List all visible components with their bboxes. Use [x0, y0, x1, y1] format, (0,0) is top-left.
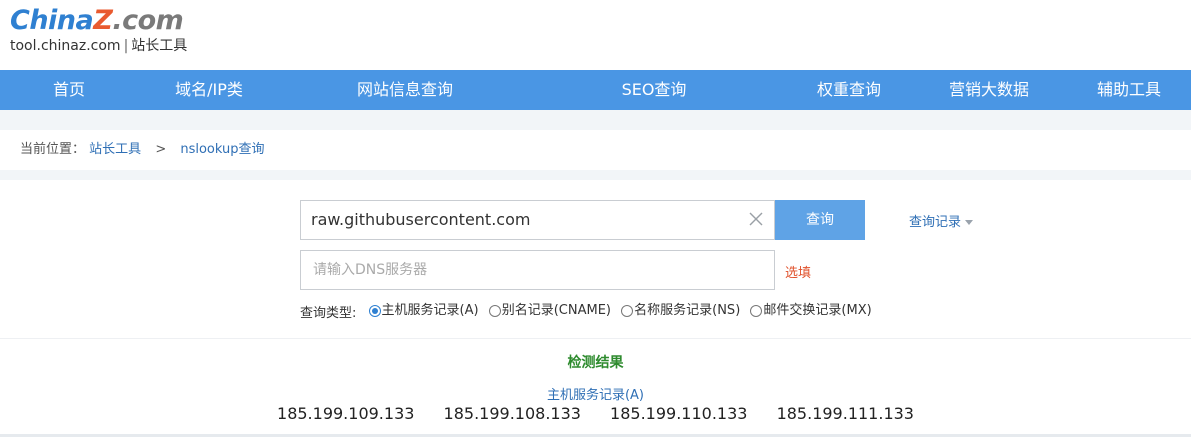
domain-search-input[interactable]: raw.githubusercontent.com	[300, 200, 775, 240]
nav-item-marketing-data[interactable]: 营销大数据	[949, 70, 1029, 110]
radio-type-cname[interactable]: 别名记录(CNAME)	[488, 302, 611, 320]
result-record-type: 主机服务记录(A)	[546, 388, 645, 403]
optional-label: 选填	[785, 266, 812, 281]
radio-type-ns[interactable]: 名称服务记录(NS)	[621, 302, 740, 320]
radio-label: 名称服务记录(NS)	[634, 303, 741, 318]
query-type-group: 查询类型: 主机服务记录(A) 别名记录(CNAME) 名称服务记录(NS) 邮…	[300, 302, 878, 321]
radio-unchecked-icon	[750, 305, 763, 317]
main-nav: 首页 域名/IP类 网站信息查询 SEO查询 权重查询 营销大数据 辅助工具	[0, 70, 1191, 110]
nav-item-domain-ip[interactable]: 域名/IP类	[175, 70, 243, 110]
radio-unchecked-icon	[621, 305, 634, 317]
header: ChinaZ.com tool.chinaz.com | 站长工具	[0, 0, 1191, 70]
radio-label: 邮件交换记录(MX)	[763, 303, 872, 318]
dns-server-input[interactable]: 请输入DNS服务器	[300, 250, 775, 290]
result-ip-list: 185.199.109.133 185.199.108.133 185.199.…	[0, 404, 1191, 423]
logo-part-z: Z	[93, 5, 113, 36]
logo-part-com: .com	[112, 5, 184, 36]
result-ip: 185.199.109.133	[277, 404, 415, 423]
radio-label: 别名记录(CNAME)	[501, 303, 611, 318]
breadcrumb-home-link[interactable]: 站长工具	[89, 142, 141, 157]
breadcrumb: 当前位置： 站长工具 > nslookup查询	[0, 130, 1191, 170]
nav-item-tools[interactable]: 辅助工具	[1097, 70, 1161, 110]
main-panel: raw.githubusercontent.com 查询 查询记录 请输入DNS…	[0, 180, 1191, 437]
query-history-label: 查询记录	[909, 215, 962, 230]
breadcrumb-label: 当前位置：	[20, 142, 86, 157]
breadcrumb-separator: >	[155, 142, 167, 157]
logo-separator: |	[123, 38, 129, 54]
result-ip: 185.199.111.133	[776, 404, 914, 423]
radio-type-mx[interactable]: 邮件交换记录(MX)	[750, 302, 872, 320]
radio-unchecked-icon	[488, 305, 501, 317]
logo-wordmark: ChinaZ.com	[10, 4, 187, 38]
logo-tagline: 站长工具	[131, 38, 188, 54]
radio-label: 主机服务记录(A)	[381, 303, 479, 318]
result-title: 检测结果	[567, 355, 624, 371]
clear-icon[interactable]	[747, 210, 765, 228]
result-ip: 185.199.108.133	[443, 404, 581, 423]
breadcrumb-current-link[interactable]: nslookup查询	[180, 142, 264, 157]
query-history-dropdown[interactable]: 查询记录	[909, 211, 974, 230]
chinaz-logo[interactable]: ChinaZ.com tool.chinaz.com | 站长工具	[10, 4, 187, 54]
radio-type-a[interactable]: 主机服务记录(A)	[368, 302, 479, 320]
nav-item-weight[interactable]: 权重查询	[817, 70, 881, 110]
radio-checked-icon	[368, 305, 381, 317]
divider	[0, 338, 1191, 339]
logo-subtitle: tool.chinaz.com | 站长工具	[10, 38, 187, 54]
nav-item-home[interactable]: 首页	[53, 70, 85, 110]
result-ip: 185.199.110.133	[610, 404, 748, 423]
caret-down-icon	[965, 220, 974, 225]
nav-item-seo[interactable]: SEO查询	[622, 70, 687, 110]
query-button[interactable]: 查询	[775, 200, 865, 240]
query-type-label: 查询类型:	[300, 306, 357, 321]
logo-site: tool.chinaz.com	[10, 38, 121, 54]
nav-item-site-info[interactable]: 网站信息查询	[357, 70, 453, 110]
logo-part-china: China	[10, 5, 94, 36]
